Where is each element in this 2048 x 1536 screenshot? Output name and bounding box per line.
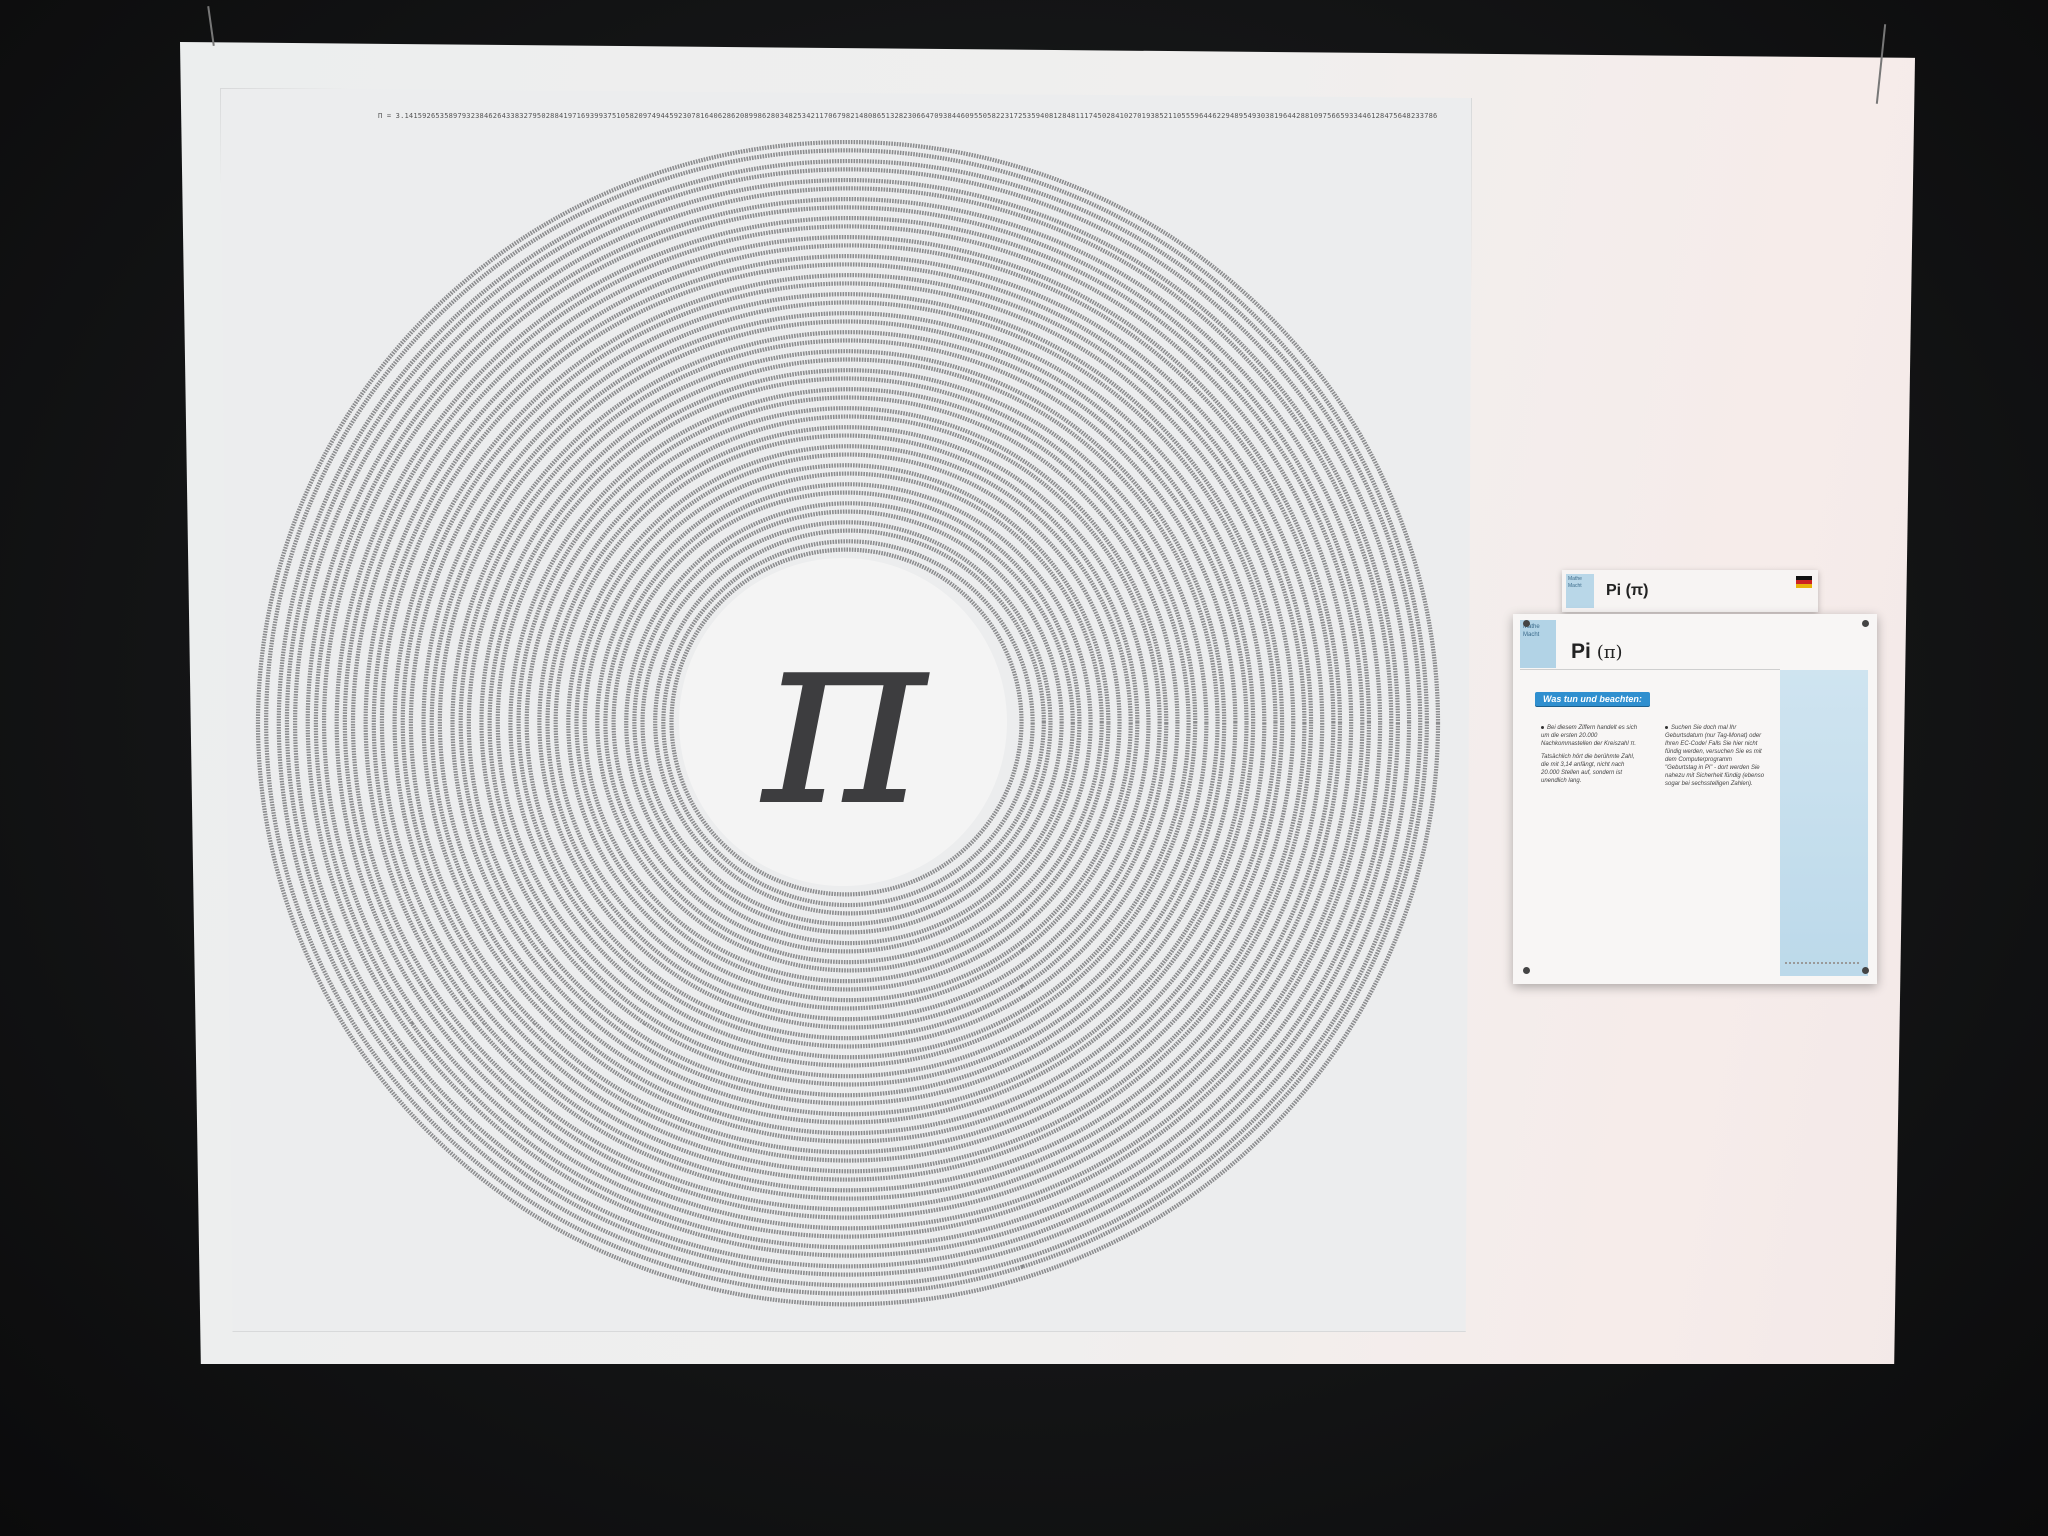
bullet-icon (1665, 725, 1668, 729)
card-blue-strip (1780, 670, 1868, 976)
card-back-title: Pi (π) (1606, 582, 1649, 599)
card-title-text: Pi (1571, 640, 1591, 663)
german-flag-icon (1796, 576, 1812, 588)
card-divider (1520, 669, 1780, 670)
card-back-tag: Mathe Macht (1566, 574, 1594, 608)
card-title-symbol: (π) (1596, 642, 1623, 663)
info-card-back: Mathe Macht Pi (π) (1562, 570, 1818, 612)
bullet-icon (1541, 725, 1544, 729)
pi-symbol: π (761, 570, 927, 861)
card-column-left: Bei diesem Ziffern handelt es sich um di… (1541, 724, 1641, 790)
card-footer-line (1785, 962, 1861, 964)
card-col1-para1: Bei diesem Ziffern handelt es sich um di… (1541, 725, 1638, 747)
card-tag: Mathe Macht (1520, 620, 1556, 668)
card-column-right: Suchen Sie doch mal Ihr Geburtsdatum (nu… (1665, 724, 1765, 793)
info-card: Mathe Macht Pi (π) Was tun und beachten:… (1513, 614, 1877, 984)
card-col2-para1: Suchen Sie doch mal Ihr Geburtsdatum (nu… (1665, 725, 1765, 787)
card-col1-para2: Tatsächlich hört die berühmte Zahl, die … (1541, 754, 1635, 784)
screw-icon (1862, 967, 1869, 974)
screw-icon (1523, 620, 1530, 627)
card-heading: Was tun und beachten: (1535, 692, 1650, 706)
screw-icon (1862, 620, 1869, 627)
card-title: Pi (π) (1571, 640, 1623, 664)
screw-icon (1523, 967, 1530, 974)
